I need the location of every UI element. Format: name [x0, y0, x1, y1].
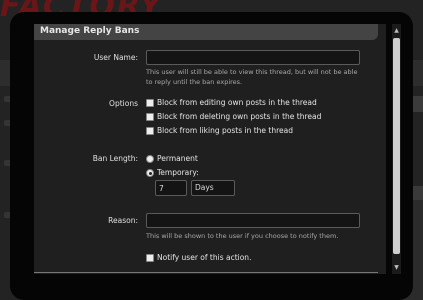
user-name-label: User Name:: [93, 53, 138, 62]
scroll-down-icon[interactable]: ▼: [392, 263, 401, 272]
checkbox[interactable]: [146, 113, 154, 121]
dialog-title-bar: Manage Reply Bans: [34, 24, 378, 40]
scroll-up-icon[interactable]: ▲: [392, 26, 401, 35]
option-label: Block from editing own posts in the thre…: [157, 98, 317, 107]
option-block-editing[interactable]: Block from editing own posts in the thre…: [146, 98, 317, 108]
ban-length-label: Ban Length:: [92, 154, 138, 163]
radio-button-selected[interactable]: [146, 169, 154, 177]
dialog-footer-divider: [34, 272, 378, 273]
temporary-unit-value: Days: [195, 183, 214, 192]
notify-user-option[interactable]: Notify user of this action.: [146, 253, 251, 263]
scroll-thumb[interactable]: [393, 38, 400, 254]
reason-input[interactable]: [146, 213, 360, 228]
option-block-liking[interactable]: Block from liking posts in the thread: [146, 126, 293, 136]
ban-length-permanent[interactable]: Permanent: [146, 154, 198, 164]
permanent-label: Permanent: [157, 154, 198, 163]
reason-hint: This will be shown to the user if you ch…: [146, 232, 339, 240]
temporary-label: Temporary:: [157, 168, 199, 177]
option-label: Block from liking posts in the thread: [157, 126, 293, 135]
user-name-hint: This user will still be able to view thi…: [146, 68, 358, 86]
checkbox[interactable]: [146, 127, 154, 135]
reason-label: Reason:: [108, 216, 138, 225]
radio-button[interactable]: [146, 155, 154, 163]
temporary-amount-input[interactable]: [155, 180, 187, 196]
user-name-input[interactable]: [146, 50, 360, 65]
checkbox[interactable]: [146, 254, 154, 262]
dialog-title: Manage Reply Bans: [40, 26, 140, 36]
options-label: Options: [109, 99, 138, 108]
ban-length-temporary[interactable]: Temporary:: [146, 168, 199, 178]
notify-label: Notify user of this action.: [157, 253, 252, 262]
dialog-scrollbar[interactable]: ▲ ▼: [392, 24, 401, 274]
option-label: Block from deleting own posts in the thr…: [157, 112, 322, 121]
temporary-unit-select[interactable]: Days: [191, 180, 235, 196]
checkbox[interactable]: [146, 99, 154, 107]
manage-reply-bans-dialog: Manage Reply Bans User Name: This user w…: [34, 24, 386, 274]
option-block-deleting[interactable]: Block from deleting own posts in the thr…: [146, 112, 321, 122]
